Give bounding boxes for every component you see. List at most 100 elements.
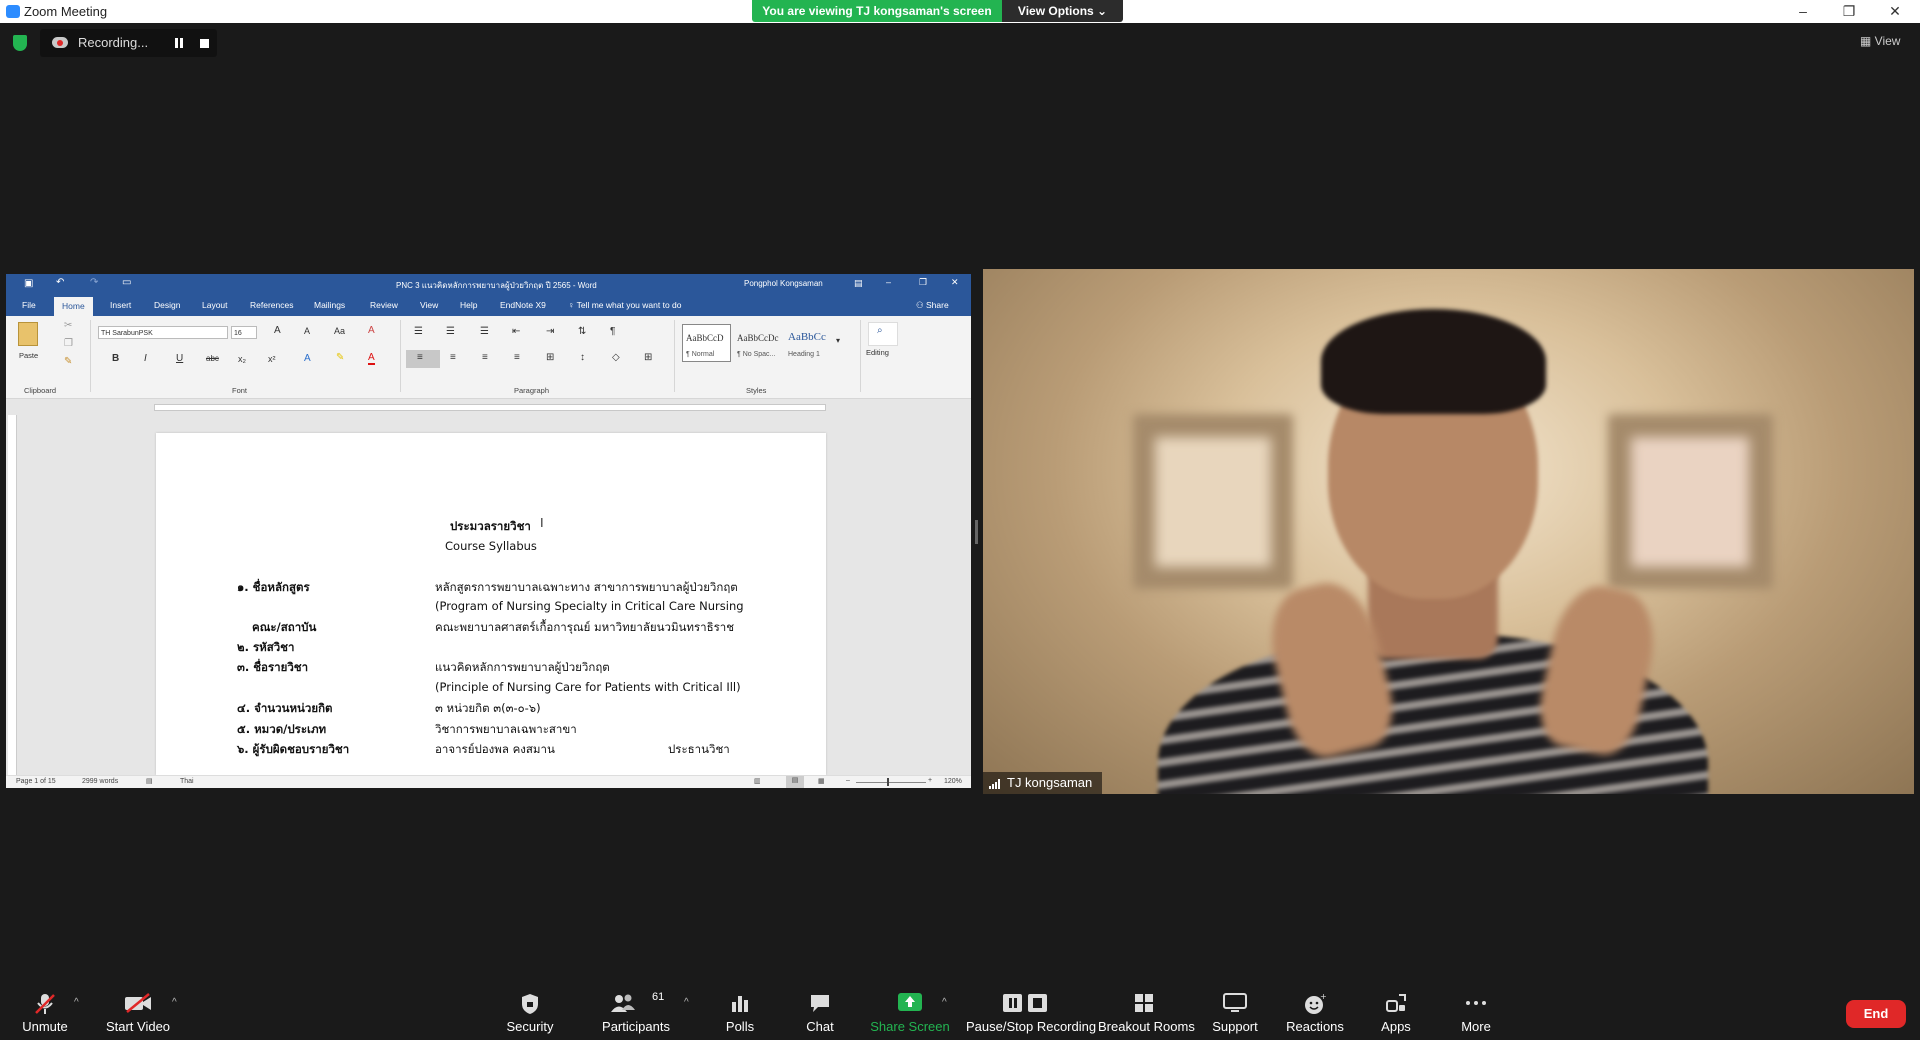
- align-center-icon[interactable]: ≡: [450, 352, 456, 363]
- style-no-spacing[interactable]: AaBbCcDc ¶ No Spac...: [733, 324, 782, 362]
- document-page[interactable]: ประมวลรายวิชา I Course Syllabus ๑. ชื่อห…: [156, 433, 826, 775]
- decrease-indent-icon[interactable]: ⇤: [512, 326, 520, 337]
- bullets-icon[interactable]: ☰: [414, 326, 423, 337]
- unmute-button[interactable]: Unmute: [10, 977, 80, 1040]
- participants-button[interactable]: 61 Participants: [598, 977, 674, 1040]
- redo-icon[interactable]: ↷: [90, 277, 98, 288]
- tab-endnote[interactable]: EndNote X9: [500, 300, 546, 310]
- word-minimize-button[interactable]: –: [886, 277, 891, 287]
- font-size-select[interactable]: 16: [231, 326, 257, 339]
- zoom-slider[interactable]: [856, 782, 926, 783]
- open-folder-icon[interactable]: ▭: [122, 277, 131, 288]
- read-mode-icon[interactable]: ▥: [754, 777, 761, 785]
- align-right-icon[interactable]: ≡: [482, 352, 488, 363]
- tab-design[interactable]: Design: [154, 300, 180, 310]
- close-button[interactable]: ✕: [1872, 0, 1918, 23]
- encryption-shield-icon[interactable]: [13, 35, 27, 51]
- borders-icon[interactable]: ⊞: [644, 352, 652, 363]
- multilevel-list-icon[interactable]: ☰: [480, 326, 489, 337]
- change-case-icon[interactable]: Aa: [334, 326, 345, 336]
- format-painter-icon[interactable]: ✎: [64, 356, 72, 367]
- zoom-slider-thumb[interactable]: [887, 778, 889, 786]
- subscript-icon[interactable]: x₂: [238, 354, 246, 364]
- grow-font-icon[interactable]: A: [274, 325, 281, 336]
- web-layout-icon[interactable]: ▦: [818, 777, 825, 785]
- pause-recording-icon[interactable]: [174, 38, 184, 48]
- video-options-chevron-icon[interactable]: ^: [172, 997, 177, 1008]
- word-close-button[interactable]: ✕: [951, 277, 959, 288]
- style-heading-1[interactable]: AaBbCc Heading 1: [784, 324, 833, 362]
- text-effects-icon[interactable]: A: [304, 353, 311, 364]
- clear-formatting-icon[interactable]: A: [368, 325, 375, 336]
- tab-help[interactable]: Help: [460, 300, 477, 310]
- shading-icon[interactable]: ◇: [612, 352, 620, 363]
- highlight-icon[interactable]: ✎: [336, 352, 344, 363]
- align-left-button[interactable]: ≡: [406, 350, 440, 368]
- share-button[interactable]: ⚇ Share: [916, 300, 949, 311]
- reactions-button[interactable]: + Reactions: [1285, 977, 1345, 1040]
- view-options-button[interactable]: View Options ⌄: [1002, 0, 1123, 22]
- pause-stop-recording-button[interactable]: Pause/Stop Recording: [966, 977, 1096, 1040]
- share-options-chevron-icon[interactable]: ^: [942, 997, 947, 1008]
- security-button[interactable]: Security: [500, 977, 560, 1040]
- style-normal[interactable]: AaBbCcD ¶ Normal: [682, 324, 731, 362]
- line-spacing-icon[interactable]: ↕: [580, 352, 585, 363]
- cut-icon[interactable]: ✂: [64, 320, 72, 331]
- tell-me-search[interactable]: ♀ Tell me what you want to do: [568, 300, 681, 310]
- tab-references[interactable]: References: [250, 300, 293, 310]
- tab-layout[interactable]: Layout: [202, 300, 228, 310]
- chat-button[interactable]: Chat: [790, 977, 850, 1040]
- shrink-font-icon[interactable]: A: [304, 326, 310, 336]
- zoom-in-icon[interactable]: +: [928, 777, 932, 784]
- zoom-level[interactable]: 120%: [944, 778, 962, 785]
- find-button[interactable]: ⌕: [868, 322, 898, 346]
- strikethrough-icon[interactable]: abc: [206, 354, 219, 363]
- show-marks-icon[interactable]: ¶: [610, 326, 615, 337]
- bold-icon[interactable]: B: [112, 353, 119, 364]
- more-button[interactable]: More: [1446, 977, 1506, 1040]
- styles-more-icon[interactable]: ▾: [836, 336, 840, 345]
- restore-button[interactable]: ❐: [1826, 0, 1872, 23]
- tab-view[interactable]: View: [420, 300, 438, 310]
- tab-insert[interactable]: Insert: [110, 300, 131, 310]
- font-color-icon[interactable]: A: [368, 353, 375, 365]
- sort-icon[interactable]: ⇅: [578, 326, 586, 337]
- italic-icon[interactable]: I: [144, 353, 147, 364]
- audio-options-chevron-icon[interactable]: ^: [74, 997, 79, 1008]
- word-restore-button[interactable]: ❐: [919, 277, 927, 288]
- minimize-button[interactable]: –: [1780, 0, 1826, 23]
- participants-chevron-icon[interactable]: ^: [684, 997, 689, 1008]
- start-video-button[interactable]: Start Video: [100, 977, 176, 1040]
- zoom-out-icon[interactable]: –: [846, 777, 850, 784]
- underline-icon[interactable]: U: [176, 353, 183, 364]
- print-layout-icon[interactable]: ▤: [786, 776, 804, 788]
- polls-button[interactable]: Polls: [710, 977, 770, 1040]
- view-layout-button[interactable]: ▦ View: [1860, 34, 1900, 48]
- end-meeting-button[interactable]: End: [1846, 1000, 1906, 1028]
- paste-icon[interactable]: [18, 322, 38, 346]
- tab-mailings[interactable]: Mailings: [314, 300, 345, 310]
- ribbon-display-icon[interactable]: ▤: [854, 278, 863, 289]
- split-view-divider[interactable]: [975, 520, 978, 544]
- numbering-icon[interactable]: ☰: [446, 326, 455, 337]
- tab-review[interactable]: Review: [370, 300, 398, 310]
- participant-video[interactable]: TJ kongsaman: [983, 269, 1914, 794]
- page-count[interactable]: Page 1 of 15: [16, 778, 56, 785]
- tab-home[interactable]: Home: [54, 297, 93, 316]
- tab-file[interactable]: File: [22, 300, 36, 310]
- word-count[interactable]: 2999 words: [82, 778, 118, 785]
- font-name-select[interactable]: TH SarabunPSK: [98, 326, 228, 339]
- undo-icon[interactable]: ↶: [56, 277, 64, 288]
- distributed-icon[interactable]: ⊞: [546, 352, 554, 363]
- ruler-bar[interactable]: [154, 404, 826, 411]
- paste-label[interactable]: Paste: [19, 351, 38, 360]
- breakout-rooms-button[interactable]: Breakout Rooms: [1098, 977, 1195, 1040]
- stop-recording-icon[interactable]: [200, 39, 209, 48]
- superscript-icon[interactable]: x²: [268, 354, 276, 364]
- share-screen-button[interactable]: Share Screen: [870, 977, 950, 1040]
- support-button[interactable]: Support: [1205, 977, 1265, 1040]
- apps-button[interactable]: Apps: [1366, 977, 1426, 1040]
- proofing-icon[interactable]: ▤: [146, 777, 153, 785]
- editing-label[interactable]: Editing: [866, 348, 889, 357]
- copy-icon[interactable]: ❐: [64, 338, 73, 349]
